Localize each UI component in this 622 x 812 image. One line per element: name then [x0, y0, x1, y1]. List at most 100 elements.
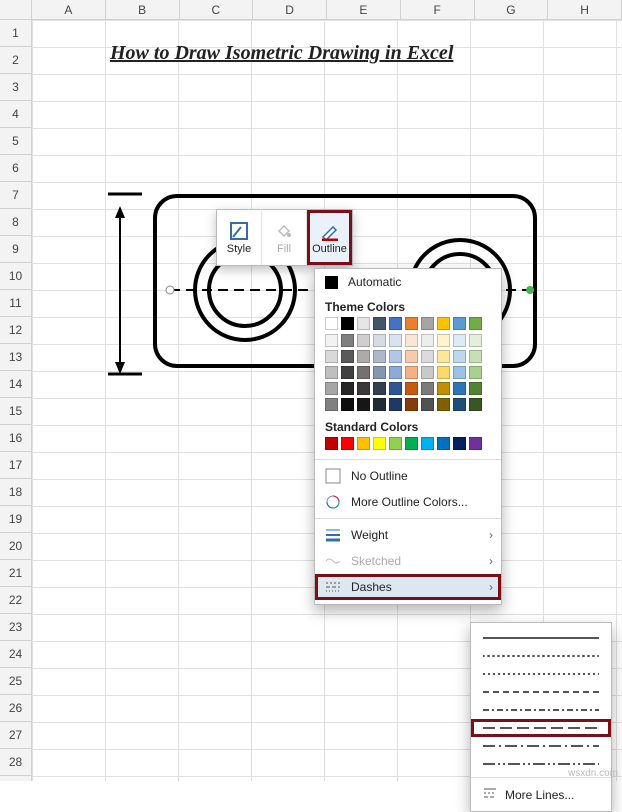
color-swatch[interactable]	[373, 334, 386, 347]
color-swatch[interactable]	[373, 437, 386, 450]
no-outline-item[interactable]: No Outline	[315, 463, 501, 489]
color-swatch[interactable]	[453, 398, 466, 411]
color-swatch[interactable]	[453, 366, 466, 379]
color-swatch[interactable]	[325, 334, 338, 347]
color-swatch[interactable]	[389, 382, 402, 395]
color-swatch[interactable]	[469, 350, 482, 363]
color-swatch[interactable]	[373, 382, 386, 395]
outline-button[interactable]: Outline	[307, 210, 352, 265]
row-header[interactable]: 6	[0, 155, 31, 182]
color-swatch[interactable]	[453, 317, 466, 330]
more-lines-item[interactable]: More Lines...	[471, 782, 611, 807]
row-header[interactable]: 20	[0, 533, 31, 560]
row-header[interactable]: 22	[0, 587, 31, 614]
color-swatch[interactable]	[437, 350, 450, 363]
color-swatch[interactable]	[325, 382, 338, 395]
color-swatch[interactable]	[469, 382, 482, 395]
color-swatch[interactable]	[437, 334, 450, 347]
color-swatch[interactable]	[389, 437, 402, 450]
color-swatch[interactable]	[421, 398, 434, 411]
color-swatch[interactable]	[405, 398, 418, 411]
row-header[interactable]: 27	[0, 722, 31, 749]
col-header[interactable]: C	[180, 0, 254, 19]
color-swatch[interactable]	[453, 437, 466, 450]
row-header[interactable]: 26	[0, 695, 31, 722]
color-swatch[interactable]	[437, 317, 450, 330]
color-swatch[interactable]	[357, 398, 370, 411]
row-header[interactable]: 12	[0, 317, 31, 344]
color-swatch[interactable]	[437, 366, 450, 379]
color-swatch[interactable]	[341, 437, 354, 450]
color-swatch[interactable]	[357, 317, 370, 330]
color-swatch[interactable]	[469, 317, 482, 330]
dash-square-dot[interactable]	[471, 665, 611, 683]
row-header[interactable]: 15	[0, 398, 31, 425]
color-swatch[interactable]	[357, 334, 370, 347]
row-header[interactable]: 9	[0, 236, 31, 263]
col-header[interactable]: D	[253, 0, 327, 19]
color-swatch[interactable]	[405, 334, 418, 347]
color-swatch[interactable]	[405, 437, 418, 450]
color-swatch[interactable]	[469, 366, 482, 379]
col-header[interactable]: A	[32, 0, 106, 19]
color-swatch[interactable]	[325, 317, 338, 330]
row-header[interactable]: 17	[0, 452, 31, 479]
color-swatch[interactable]	[389, 398, 402, 411]
row-header[interactable]: 28	[0, 749, 31, 776]
row-header[interactable]: 25	[0, 668, 31, 695]
row-header[interactable]: 24	[0, 641, 31, 668]
color-swatch[interactable]	[437, 398, 450, 411]
select-all-corner[interactable]	[0, 0, 32, 19]
row-header[interactable]: 19	[0, 506, 31, 533]
color-swatch[interactable]	[389, 366, 402, 379]
dash-long-dash[interactable]	[471, 719, 611, 737]
color-swatch[interactable]	[421, 366, 434, 379]
color-swatch[interactable]	[389, 334, 402, 347]
color-swatch[interactable]	[405, 382, 418, 395]
row-header[interactable]: 23	[0, 614, 31, 641]
more-outline-colors-item[interactable]: More Outline Colors...	[315, 489, 501, 515]
color-swatch[interactable]	[325, 398, 338, 411]
color-swatch[interactable]	[469, 437, 482, 450]
row-header[interactable]: 10	[0, 263, 31, 290]
col-header[interactable]: H	[548, 0, 622, 19]
color-swatch[interactable]	[437, 437, 450, 450]
sketched-item[interactable]: Sketched ›	[315, 548, 501, 574]
row-header[interactable]: 18	[0, 479, 31, 506]
color-swatch[interactable]	[421, 350, 434, 363]
col-header[interactable]: F	[401, 0, 475, 19]
row-header[interactable]: 16	[0, 425, 31, 452]
col-header[interactable]: B	[106, 0, 180, 19]
row-header[interactable]: 2	[0, 47, 31, 74]
color-swatch[interactable]	[421, 382, 434, 395]
row-header[interactable]: 4	[0, 101, 31, 128]
color-swatch[interactable]	[405, 366, 418, 379]
weight-item[interactable]: Weight ›	[315, 522, 501, 548]
color-swatch[interactable]	[325, 350, 338, 363]
dash-long-dash-dot[interactable]	[471, 737, 611, 755]
dashes-item[interactable]: Dashes ›	[315, 574, 501, 600]
style-button[interactable]: Style	[217, 210, 262, 265]
row-header[interactable]: 8	[0, 209, 31, 236]
color-swatch[interactable]	[357, 366, 370, 379]
row-header[interactable]: 5	[0, 128, 31, 155]
color-swatch[interactable]	[325, 437, 338, 450]
row-header[interactable]: 11	[0, 290, 31, 317]
color-swatch[interactable]	[389, 350, 402, 363]
color-swatch[interactable]	[373, 350, 386, 363]
color-swatch[interactable]	[341, 398, 354, 411]
color-swatch[interactable]	[453, 334, 466, 347]
color-swatch[interactable]	[341, 382, 354, 395]
color-swatch[interactable]	[421, 437, 434, 450]
color-swatch[interactable]	[453, 350, 466, 363]
color-swatch[interactable]	[357, 350, 370, 363]
fill-button[interactable]: Fill	[262, 210, 307, 265]
col-header[interactable]: E	[327, 0, 401, 19]
row-header[interactable]: 7	[0, 182, 31, 209]
color-swatch[interactable]	[437, 382, 450, 395]
row-header[interactable]: 13	[0, 344, 31, 371]
color-swatch[interactable]	[405, 350, 418, 363]
row-header[interactable]: 21	[0, 560, 31, 587]
color-swatch[interactable]	[325, 366, 338, 379]
color-swatch[interactable]	[469, 398, 482, 411]
